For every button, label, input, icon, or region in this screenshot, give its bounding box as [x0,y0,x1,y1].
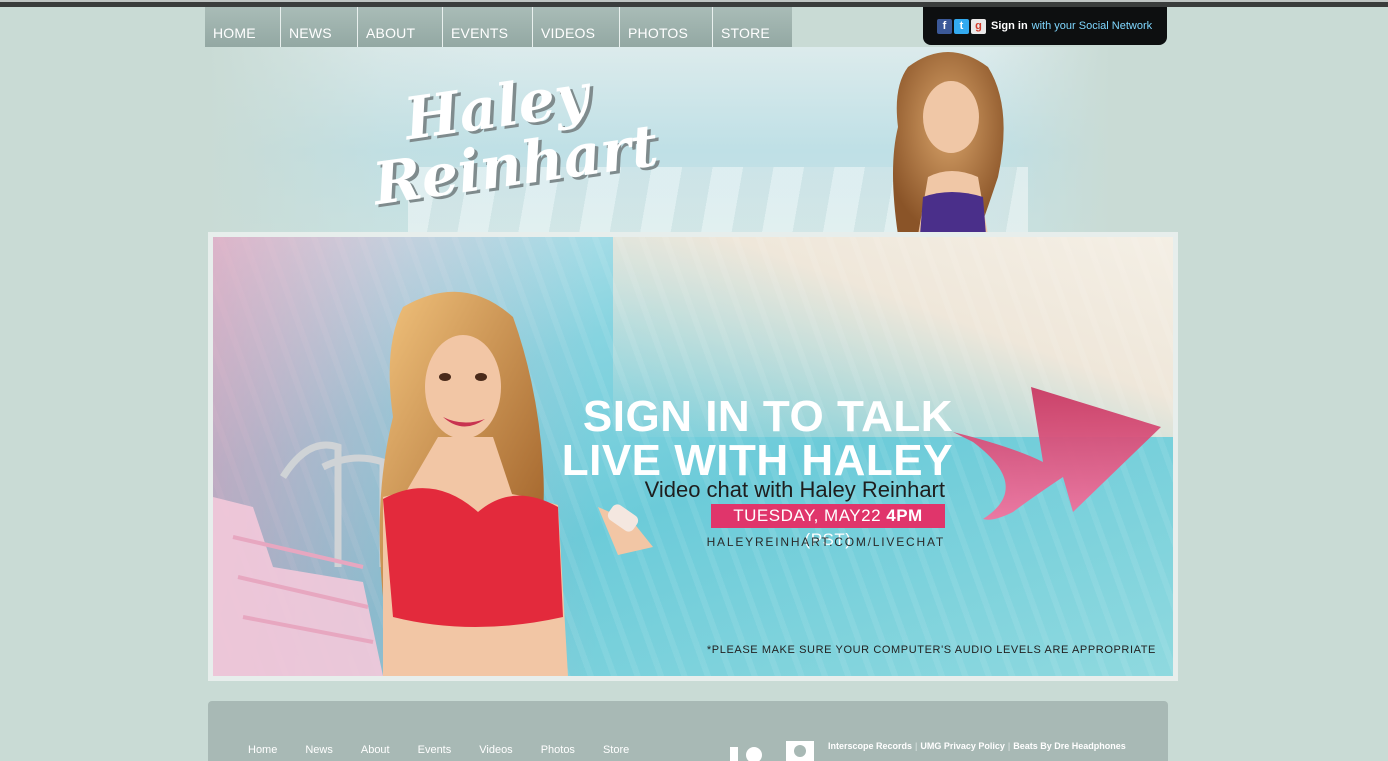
livechat-banner[interactable]: SIGN IN TO TALK LIVE WITH HALEY Video ch… [213,237,1173,676]
nav-label: PHOTOS [628,25,689,41]
beats-link[interactable]: Beats By Dre Headphones [1013,741,1126,751]
event-date-badge: TUESDAY, MAY22 4PM (PST) [711,504,945,549]
nav-label: EVENTS [451,25,509,41]
footer-nav-home[interactable]: Home [248,744,277,756]
livechat-url[interactable]: HALEYREINHART.COM/LIVECHAT [593,535,945,549]
header-portrait-image [893,52,1004,235]
footer-nav-photos[interactable]: Photos [541,744,575,756]
link-separator: | [1007,741,1011,751]
twitter-icon[interactable]: t [954,18,969,34]
nav-photos[interactable]: PHOTOS [619,7,712,47]
main-nav: HOME NEWS ABOUT EVENTS VIDEOS PHOTOS STO… [205,7,792,47]
nav-store[interactable]: STORE [712,7,792,47]
nav-events[interactable]: EVENTS [442,7,532,47]
nav-label: STORE [721,25,770,41]
link-separator: | [915,741,918,751]
footer-nav-about[interactable]: About [361,744,390,756]
google-icon[interactable]: g [971,18,986,34]
site-header: Haley Reinhart [208,47,1178,235]
facebook-icon[interactable]: f [937,18,952,34]
nav-label: ABOUT [366,25,416,41]
nav-news[interactable]: NEWS [280,7,357,47]
nav-label: HOME [213,25,256,41]
audio-disclaimer: *PLEASE MAKE SURE YOUR COMPUTER'S AUDIO … [706,644,1156,656]
interscope-link[interactable]: Interscope Records [828,741,912,751]
signin-label[interactable]: Sign in [991,20,1028,32]
signin-subtext[interactable]: with your Social Network [1032,20,1152,32]
nav-label: VIDEOS [541,25,596,41]
footer-nav-videos[interactable]: Videos [479,744,512,756]
social-signin-bar[interactable]: f t g Sign in with your Social Network [923,7,1167,45]
footer-links: Interscope Records | UMG Privacy Policy | Be… [828,741,1126,751]
livechat-banner-frame: SIGN IN TO TALK LIVE WITH HALEY Video ch… [208,232,1178,681]
top-bar [0,0,1388,7]
banner-headline: SIGN IN TO TALK LIVE WITH HALEY [553,395,953,483]
site-footer: Home News About Events Videos Photos Sto… [208,701,1168,761]
privacy-policy-link[interactable]: UMG Privacy Policy [920,741,1005,751]
event-time: 4PM [886,506,923,525]
footer-nav-store[interactable]: Store [603,744,629,756]
nav-label: NEWS [289,25,332,41]
footer-nav: Home News About Events Videos Photos Sto… [248,744,657,756]
headline-line-1: SIGN IN TO TALK [582,392,953,441]
footer-nav-events[interactable]: Events [418,744,452,756]
banner-subline: Video chat with Haley Reinhart [644,477,945,502]
nav-about[interactable]: ABOUT [357,7,442,47]
footer-nav-news[interactable]: News [305,744,333,756]
nav-videos[interactable]: VIDEOS [532,7,619,47]
nav-home[interactable]: HOME [205,7,280,47]
label-logos [730,741,814,761]
event-date: TUESDAY, MAY22 [733,506,882,525]
